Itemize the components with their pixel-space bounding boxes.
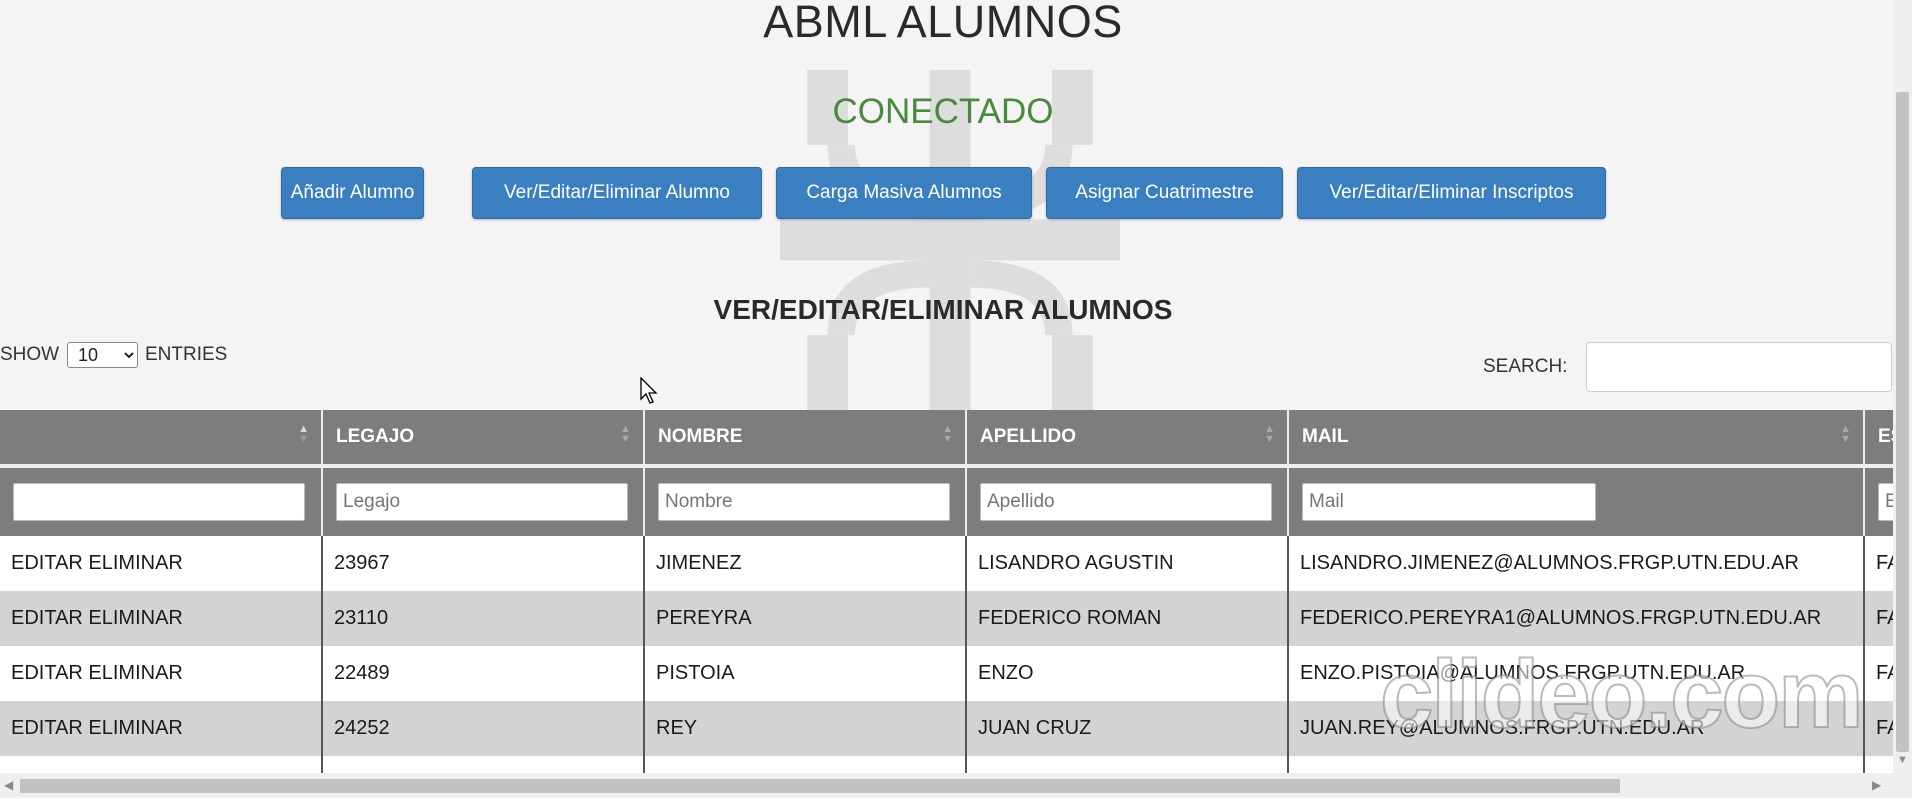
cell-mail: FEDERICO.PEREYRA1@ALUMNOS.FRGP.UTN.EDU.A…: [1288, 591, 1865, 646]
entries-label: ENTRIES: [145, 344, 228, 365]
filter-apellido-input[interactable]: [980, 483, 1272, 521]
connection-status: CONECTADO: [832, 92, 1054, 131]
cell-legajo: 22489: [322, 646, 645, 701]
cell-apellido: FEDERICO ROMAN: [966, 591, 1289, 646]
row-actions[interactable]: EDITAR ELIMINAR: [0, 646, 323, 701]
table-row: EDITAR ELIMINAR 23967 JIMENEZ LISANDRO A…: [0, 536, 1893, 591]
cell-extra: FA: [1864, 536, 1893, 591]
sort-icon: ▲ ▼: [1264, 423, 1275, 445]
horizontal-scrollbar[interactable]: ◀ ▶: [0, 773, 1893, 798]
sort-icon: ▲ ▼: [942, 423, 953, 445]
entries-select[interactable]: 10: [67, 342, 138, 368]
cell-apellido: JUAN CRUZ: [966, 701, 1289, 756]
mouse-cursor-icon: [640, 377, 658, 404]
scroll-right-icon[interactable]: ▶: [1872, 778, 1881, 792]
sort-icon: ▲ ▼: [620, 423, 631, 445]
cell-nombre: PEREYRA: [644, 591, 967, 646]
sort-icon: ▲ ▼: [1840, 423, 1851, 445]
column-header-apellido[interactable]: APELLIDO ▲ ▼: [966, 410, 1289, 468]
row-actions[interactable]: EDITAR ELIMINAR: [0, 591, 323, 646]
cell-legajo: 23967: [322, 536, 645, 591]
cell-legajo: 24252: [322, 701, 645, 756]
column-header-nombre[interactable]: NOMBRE ▲ ▼: [644, 410, 967, 468]
cell-nombre: REY: [644, 701, 967, 756]
cell-mail: LISANDRO.JIMENEZ@ALUMNOS.FRGP.UTN.EDU.AR: [1288, 536, 1865, 591]
sort-asc-icon: ▲ ▼: [298, 423, 309, 445]
view-edit-delete-enrolled-button[interactable]: Ver/Editar/Eliminar Inscriptos: [1297, 167, 1606, 219]
table-row: EDITAR ELIMINAR 23110 PEREYRA FEDERICO R…: [0, 591, 1893, 646]
search-label: SEARCH:: [1483, 356, 1568, 377]
column-header-mail[interactable]: MAIL ▲ ▼: [1288, 410, 1865, 468]
filter-mail-input[interactable]: [1302, 483, 1596, 521]
vertical-scrollbar[interactable]: ▼: [1893, 0, 1912, 798]
video-watermark: clideo.com: [1379, 640, 1864, 749]
cell-nombre: JIMENEZ: [644, 536, 967, 591]
filter-nombre-input[interactable]: [658, 483, 950, 521]
cell-apellido: LISANDRO AGUSTIN: [966, 536, 1289, 591]
column-header-actions[interactable]: ▲ ▼: [0, 410, 323, 468]
filter-extra-input[interactable]: [1878, 483, 1893, 521]
filter-actions-input[interactable]: [13, 483, 305, 521]
column-header-extra[interactable]: ES: [1864, 410, 1893, 468]
search-input[interactable]: [1586, 342, 1892, 392]
horizontal-scroll-thumb[interactable]: [20, 779, 1620, 793]
scroll-left-icon[interactable]: ◀: [4, 778, 13, 792]
cell-extra: FA: [1864, 646, 1893, 701]
cell-extra: FA: [1864, 591, 1893, 646]
column-header-legajo[interactable]: LEGAJO ▲ ▼: [322, 410, 645, 468]
bulk-upload-students-button[interactable]: Carga Masiva Alumnos: [776, 167, 1032, 219]
filter-legajo-input[interactable]: [336, 483, 628, 521]
cell-extra: FA: [1864, 701, 1893, 756]
view-edit-delete-student-button[interactable]: Ver/Editar/Eliminar Alumno: [472, 167, 762, 219]
vertical-scroll-thumb[interactable]: [1896, 92, 1909, 752]
table-header-row: ▲ ▼ LEGAJO ▲ ▼ NOMBRE ▲ ▼ APELLIDO ▲ ▼ MAIL …: [0, 410, 1893, 468]
scroll-down-icon[interactable]: ▼: [1897, 754, 1908, 766]
table-filter-row: [0, 466, 1893, 536]
table-row-partial: [0, 756, 1893, 773]
row-actions[interactable]: EDITAR ELIMINAR: [0, 701, 323, 756]
cell-nombre: PISTOIA: [644, 646, 967, 701]
show-label: SHOW: [0, 344, 60, 365]
page-title: ABML ALUMNOS: [763, 0, 1123, 47]
add-student-button[interactable]: Añadir Alumno: [281, 167, 424, 219]
cell-legajo: 23110: [322, 591, 645, 646]
assign-semester-button[interactable]: Asignar Cuatrimestre: [1046, 167, 1283, 219]
cell-apellido: ENZO: [966, 646, 1289, 701]
row-actions[interactable]: EDITAR ELIMINAR: [0, 536, 323, 591]
section-heading: VER/EDITAR/ELIMINAR ALUMNOS: [713, 294, 1173, 325]
